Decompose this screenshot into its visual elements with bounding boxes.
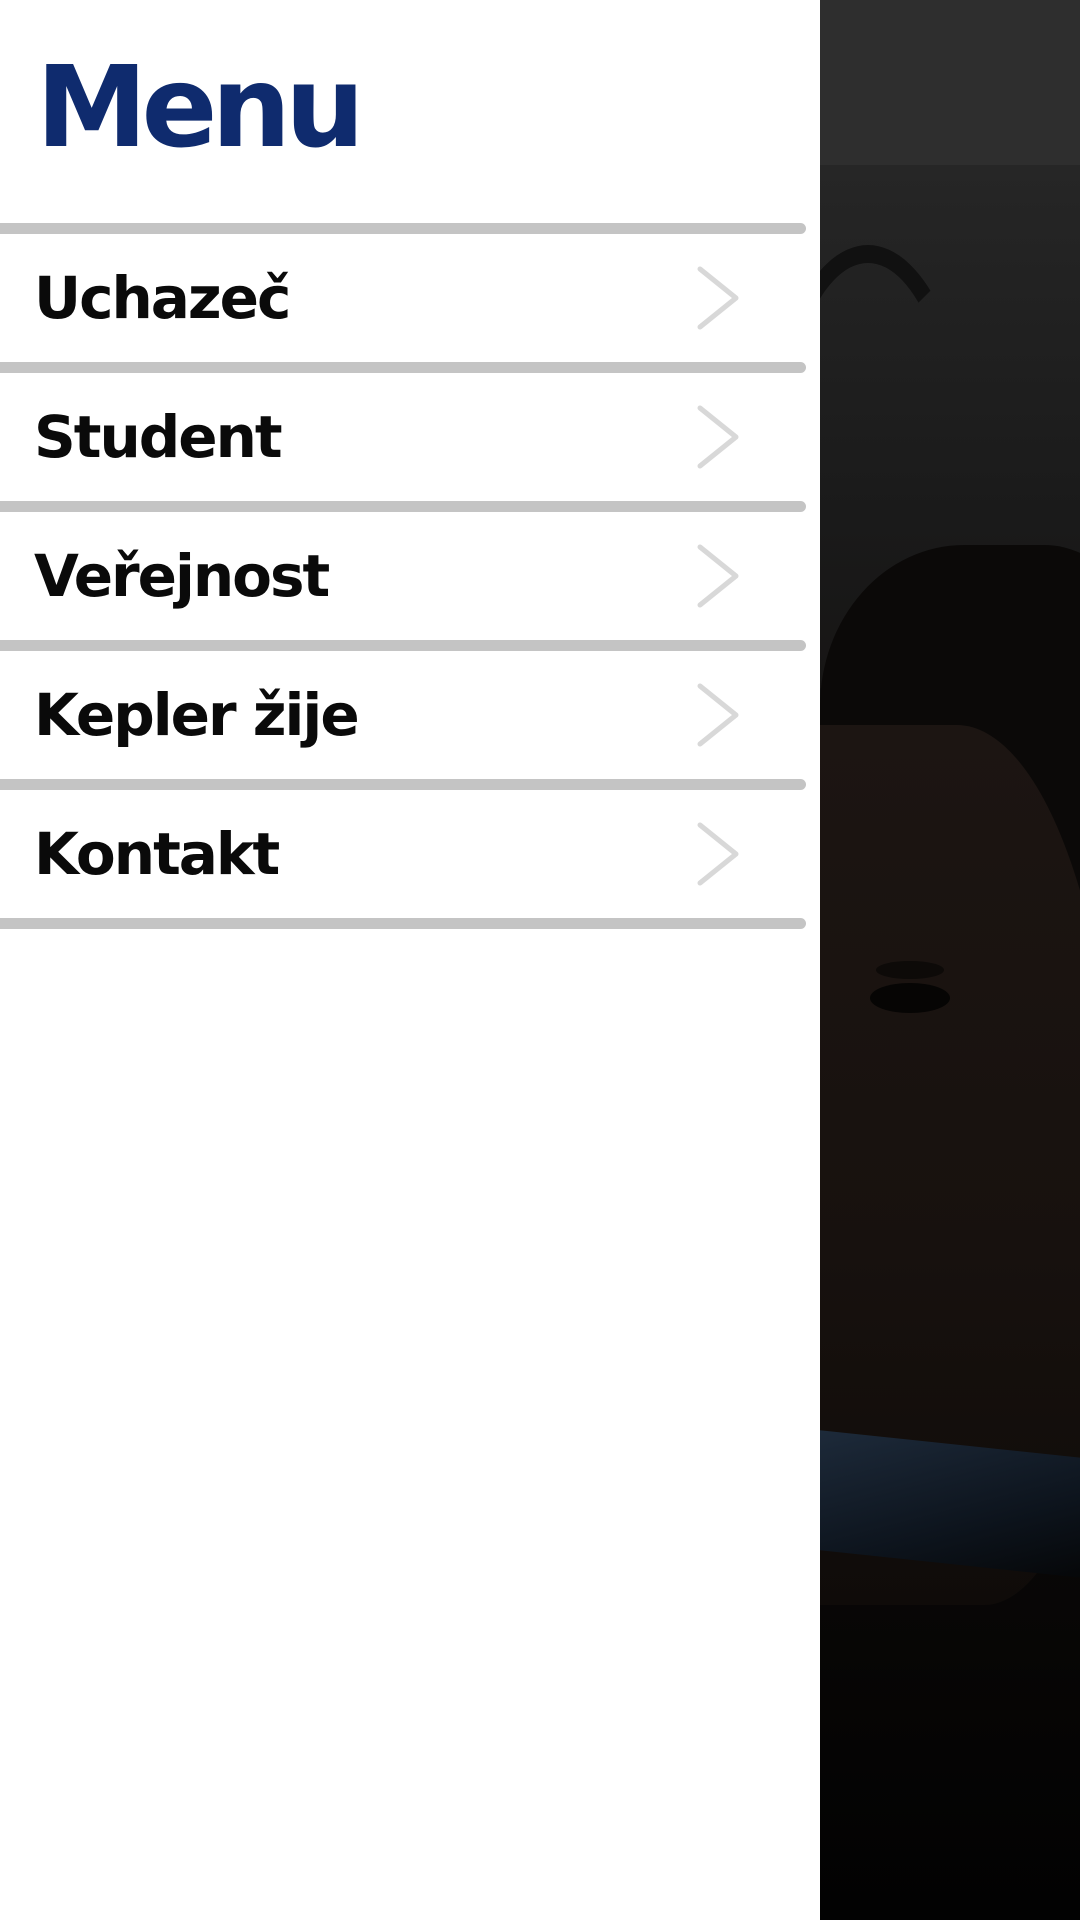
menu-item-label: Kontakt	[34, 820, 280, 888]
hero-photo	[820, 165, 1080, 1920]
menu-item-uchazec[interactable]: Uchazeč	[0, 234, 806, 362]
menu-item-kepler-zije[interactable]: Kepler žije	[0, 651, 806, 779]
chevron-right-icon	[697, 266, 739, 330]
menu-item-label: Kepler žije	[34, 681, 360, 749]
menu-item-verejnost[interactable]: Veřejnost	[0, 512, 806, 640]
top-bar	[820, 0, 1080, 165]
menu-item-label: Student	[34, 403, 283, 471]
menu-divider	[0, 640, 806, 651]
side-menu: Menu Uchazeč Student Veřejnost Kepler ži…	[0, 0, 820, 1920]
menu-item-student[interactable]: Student	[0, 373, 806, 501]
menu-item-kontakt[interactable]: Kontakt	[0, 790, 806, 918]
menu-divider	[0, 918, 806, 929]
menu-title: Menu	[36, 43, 365, 173]
menu-item-label: Veřejnost	[34, 542, 330, 610]
menu-divider	[0, 362, 806, 373]
menu-divider	[0, 223, 806, 234]
chevron-right-icon	[697, 544, 739, 608]
chevron-right-icon	[697, 683, 739, 747]
menu-divider	[0, 501, 806, 512]
chevron-right-icon	[697, 405, 739, 469]
menu-item-label: Uchazeč	[34, 264, 291, 332]
chevron-right-icon	[697, 822, 739, 886]
menu-divider	[0, 779, 806, 790]
menu-list: Uchazeč Student Veřejnost Kepler žije Ko…	[0, 223, 806, 929]
